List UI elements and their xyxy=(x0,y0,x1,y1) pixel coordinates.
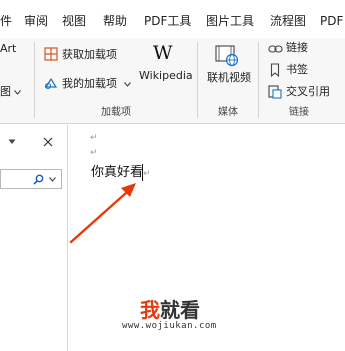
watermark-logo-red: 我 xyxy=(140,298,160,322)
watermark-logo-dark: 就看 xyxy=(160,298,200,322)
watermark-logo: 我就看 xyxy=(140,298,200,322)
watermark-url: www.wojiukan.com xyxy=(122,321,217,331)
